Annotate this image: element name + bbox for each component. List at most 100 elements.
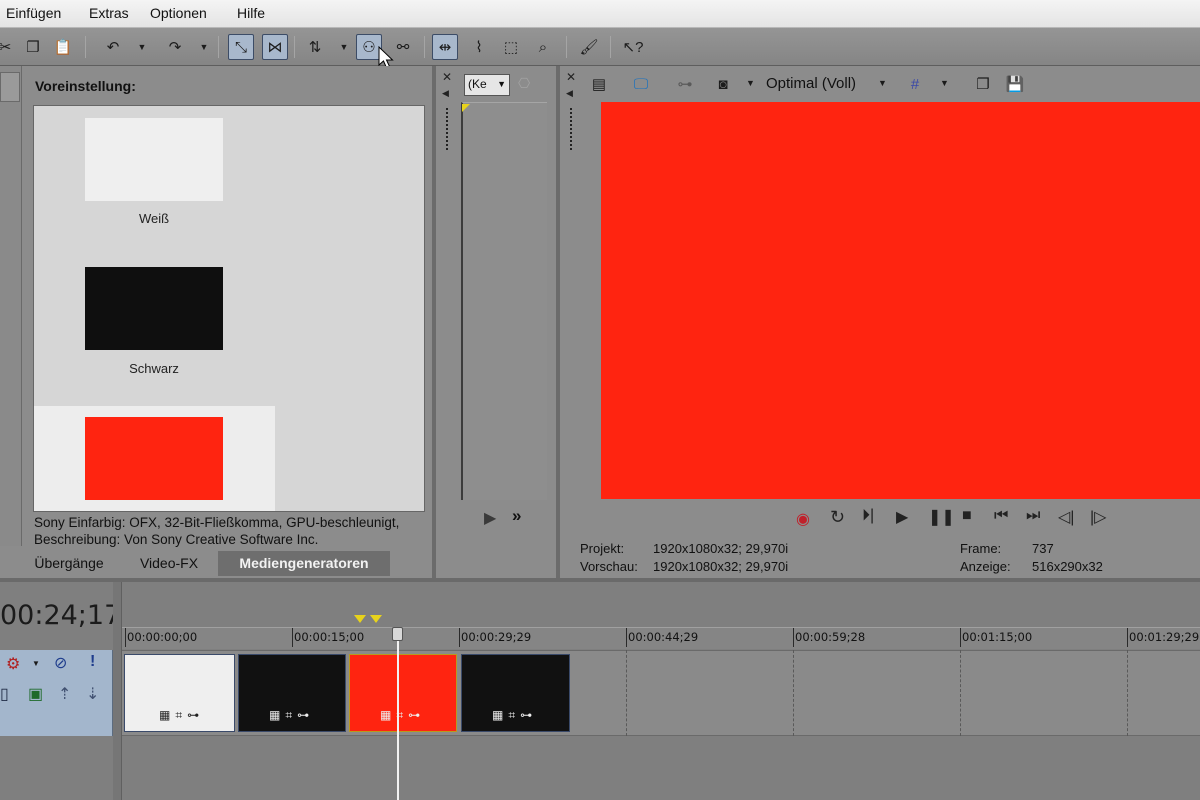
- marker-icon: [462, 104, 470, 112]
- close-icon[interactable]: ✕: [566, 70, 576, 84]
- selection-tool-icon[interactable]: ⬚: [498, 34, 524, 60]
- side-panel-button[interactable]: [0, 72, 20, 102]
- preset-swatch: [85, 417, 223, 500]
- track-divider[interactable]: [113, 582, 122, 800]
- dropdown-extra-icon[interactable]: ⎔: [518, 75, 530, 92]
- generator-icon[interactable]: ⊶: [297, 708, 309, 723]
- crop-icon[interactable]: ⌗: [508, 708, 515, 723]
- timeline-clip-white[interactable]: ▦ ⌗ ⊶: [124, 654, 235, 732]
- move-up-icon[interactable]: ⇡: [58, 684, 71, 704]
- transition-preview-track: [461, 102, 547, 500]
- copy-snapshot-icon[interactable]: ❐: [970, 71, 996, 97]
- chevron-down-icon: ▼: [497, 79, 506, 89]
- zoom-tool-icon[interactable]: ⌕: [530, 34, 556, 60]
- preset-list: Weiß Schwarz ▲ ▼: [33, 105, 425, 512]
- split-screen-icon[interactable]: ⊶: [672, 71, 698, 97]
- preset-dropdown[interactable]: (Ke ▼: [464, 74, 510, 96]
- film-icon[interactable]: ▦: [380, 708, 391, 723]
- track-expand-icon[interactable]: ▯: [0, 684, 9, 704]
- generator-icon[interactable]: ⊶: [408, 708, 420, 723]
- collapse-arrow-icon[interactable]: ◀: [442, 88, 449, 99]
- track-motion-icon[interactable]: ▣: [28, 684, 43, 704]
- preset-item-red-selected[interactable]: [34, 406, 275, 511]
- record-icon[interactable]: ◉: [796, 509, 810, 529]
- project-value: 1920x1080x32; 29,970i: [653, 541, 789, 556]
- film-icon[interactable]: ▦: [159, 708, 170, 723]
- mute-icon[interactable]: ⊘: [54, 653, 67, 673]
- loop-icon[interactable]: ↻: [830, 507, 845, 528]
- next-frame-icon[interactable]: |▷: [1090, 507, 1106, 527]
- more-icon[interactable]: »: [512, 506, 521, 526]
- crop-icon[interactable]: ⌗: [175, 708, 182, 723]
- redo-dropdown-icon[interactable]: ▼: [198, 34, 210, 60]
- brush-icon[interactable]: 🖌: [576, 34, 602, 60]
- generator-icon[interactable]: ⊶: [520, 708, 532, 723]
- ruler-label: 00:00:29;29: [461, 630, 532, 644]
- paste-icon[interactable]: 📋: [50, 34, 76, 60]
- generator-icon[interactable]: ⊶: [187, 708, 199, 723]
- video-track-header[interactable]: ⚙ ▼ ⊘ ! ▯ ▣ ⇡ ⇣: [0, 650, 113, 736]
- undo-dropdown-icon[interactable]: ▼: [136, 34, 148, 60]
- track-fx-icon[interactable]: ⚙: [6, 654, 20, 674]
- preview-quality-select[interactable]: Optimal (Voll): [766, 75, 856, 92]
- external-monitor-icon[interactable]: 🖵: [628, 71, 654, 97]
- preview-quality-icon[interactable]: ◙: [710, 71, 736, 97]
- auto-crossfade-icon[interactable]: ⋈: [262, 34, 288, 60]
- go-to-start-icon[interactable]: ⏮: [994, 507, 1008, 525]
- playhead-cursor[interactable]: [397, 627, 399, 800]
- crop-icon[interactable]: ⌗: [285, 708, 292, 723]
- undo-icon[interactable]: ↶: [100, 34, 126, 60]
- playhead-handle[interactable]: [392, 627, 403, 641]
- loop-region-end-icon[interactable]: [370, 615, 382, 623]
- overlay-grid-icon[interactable]: #: [902, 71, 928, 97]
- menu-optionen[interactable]: Optionen: [150, 5, 207, 21]
- menu-extras[interactable]: Extras: [89, 5, 129, 21]
- ripple-edit-icon[interactable]: ⤡: [228, 34, 254, 60]
- film-icon[interactable]: ▦: [269, 708, 280, 723]
- previous-frame-icon[interactable]: ◁|: [1058, 507, 1074, 527]
- tab-mediengeneratoren[interactable]: Mediengeneratoren: [218, 551, 390, 576]
- cut-icon[interactable]: ✂: [0, 34, 18, 60]
- close-icon[interactable]: ✕: [442, 70, 452, 84]
- whats-this-help-icon[interactable]: ↖?: [620, 34, 646, 60]
- play-icon[interactable]: ▶: [484, 508, 496, 528]
- menu-einfuegen[interactable]: Einfügen: [6, 5, 61, 21]
- redo-icon[interactable]: ↷: [162, 34, 188, 60]
- snap-dropdown-icon[interactable]: ▼: [338, 34, 350, 60]
- ruler-label: 00:00:15;00: [294, 630, 365, 644]
- loop-region-start-icon[interactable]: [354, 615, 366, 623]
- copy-icon[interactable]: ❐: [20, 34, 46, 60]
- normal-edit-tool-icon[interactable]: ⇹: [432, 34, 458, 60]
- solo-icon[interactable]: !: [90, 653, 95, 671]
- chevron-down-icon[interactable]: ▼: [746, 78, 755, 88]
- save-snapshot-icon[interactable]: 💾: [1002, 71, 1028, 97]
- toolbar-separator: [85, 36, 86, 58]
- move-down-icon[interactable]: ⇣: [86, 684, 99, 704]
- collapse-arrow-icon[interactable]: ◀: [566, 88, 573, 99]
- video-preview-canvas[interactable]: [601, 102, 1200, 499]
- timeline-clip-red[interactable]: ▦ ⌗ ⊶: [349, 654, 457, 732]
- chevron-down-icon[interactable]: ▼: [878, 78, 887, 88]
- drag-handle[interactable]: [446, 108, 450, 150]
- go-to-end-icon[interactable]: ⏭: [1026, 507, 1040, 525]
- tab-video-fx[interactable]: Video-FX: [124, 551, 214, 576]
- play-icon[interactable]: ▶: [896, 507, 908, 527]
- snap-icon[interactable]: ⇅: [302, 34, 328, 60]
- clip-icons: ▦ ⌗ ⊶: [380, 708, 420, 723]
- timeline-clip-black[interactable]: ▦ ⌗ ⊶: [238, 654, 346, 732]
- stop-icon[interactable]: ■: [962, 507, 972, 525]
- preview-properties-icon[interactable]: ▤: [586, 71, 612, 97]
- tab-uebergaenge[interactable]: Übergänge: [22, 551, 116, 576]
- play-from-start-icon[interactable]: ⏵|: [862, 507, 874, 525]
- envelope-tool-icon[interactable]: ⌇: [466, 34, 492, 60]
- toolbar-separator: [294, 36, 295, 58]
- pause-icon[interactable]: ❚❚: [928, 507, 955, 527]
- display-label: Anzeige:: [960, 559, 1011, 574]
- menu-hilfe[interactable]: Hilfe: [237, 5, 265, 21]
- chevron-down-icon[interactable]: ▼: [940, 78, 949, 88]
- drag-handle[interactable]: [570, 108, 574, 150]
- timeline-clip-black-2[interactable]: ▦ ⌗ ⊶: [461, 654, 570, 732]
- film-icon[interactable]: ▦: [492, 708, 503, 723]
- chevron-down-icon[interactable]: ▼: [32, 659, 40, 668]
- grid-line: [960, 650, 961, 736]
